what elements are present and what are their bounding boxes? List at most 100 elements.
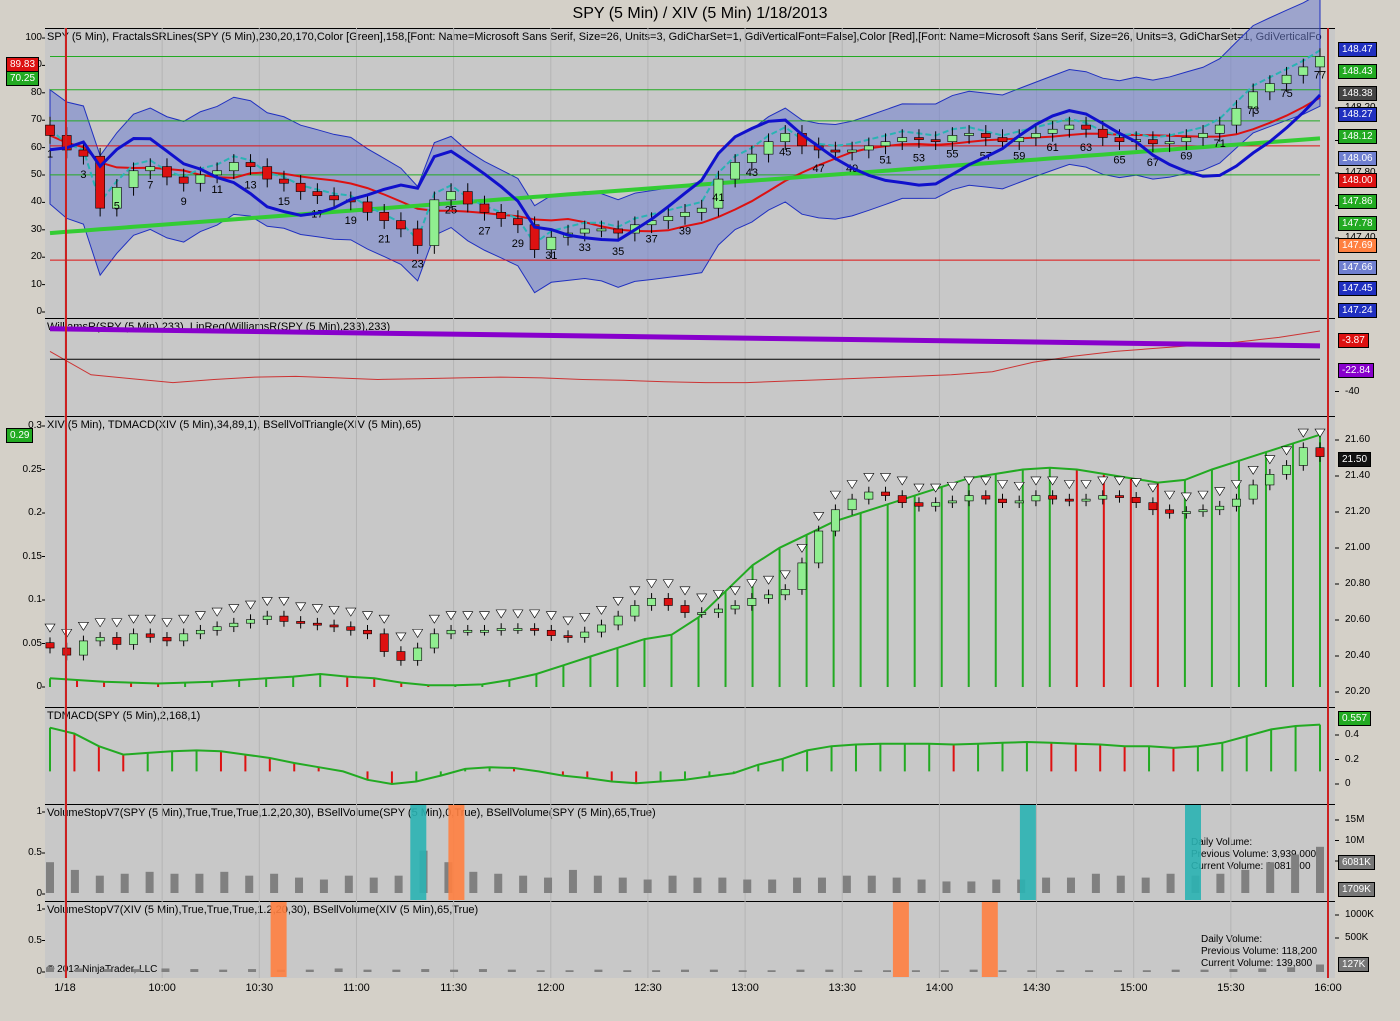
vol_spy-right-tick: 10M (1345, 834, 1365, 846)
xiv-candle (312, 622, 322, 626)
xiv-triangle-marker (345, 607, 357, 617)
price-candle (162, 166, 172, 178)
xiv-triangle-marker (1097, 476, 1109, 486)
price-candle (863, 145, 874, 151)
xiv-triangle-marker (228, 604, 240, 614)
xiv-volume-bar (998, 970, 1007, 972)
price-candle (412, 228, 423, 246)
spy-volume-bar (469, 871, 478, 893)
price-candle (379, 212, 390, 221)
xiv-candle (1098, 495, 1108, 500)
xiv-candle (212, 626, 222, 631)
time-axis-label: 1/18 (54, 982, 76, 994)
xiv-triangle-marker (863, 473, 875, 482)
price-candle (462, 191, 473, 205)
time-axis-label: 14:00 (925, 982, 954, 994)
bar-count-label: 39 (679, 225, 691, 237)
xiv-value-tag: 0.29 (6, 428, 34, 444)
price-candle (362, 201, 373, 213)
xiv-triangle-marker (1297, 428, 1309, 438)
xiv-volume-bar (1171, 969, 1180, 972)
xiv-volume-bar (478, 969, 487, 972)
xiv-volume-bar (652, 970, 661, 972)
xiv-left-tick: 0.05 (22, 637, 42, 649)
price-candle (847, 149, 857, 153)
xiv-volume-bar (825, 969, 834, 972)
spy-volume-bar (220, 871, 229, 893)
xiv-candle (112, 637, 122, 645)
xiv-candle (663, 598, 673, 606)
xiv-candle (429, 633, 439, 649)
xiv-candle (630, 605, 640, 617)
spy-volume-bar (568, 869, 577, 893)
price-left-tick: 10 (30, 278, 42, 290)
xiv-candle (446, 629, 456, 635)
price-candle (763, 141, 774, 155)
xiv-candle (998, 498, 1007, 503)
xiv-candle (1165, 509, 1175, 514)
xiv-triangle-marker (478, 611, 491, 621)
price-value-tag: 89.83 (6, 57, 40, 72)
price-candle (1265, 83, 1275, 93)
spy-volume-bar (593, 875, 602, 893)
xiv-candle (1115, 495, 1124, 498)
xiv-triangle-marker (328, 606, 340, 615)
spy-volume-bar (618, 877, 627, 893)
price-left-tick: 50 (30, 169, 42, 180)
xiv-triangle-marker (846, 480, 858, 490)
xiv-candle (713, 608, 723, 613)
time-axis-label: 16:00 (1314, 982, 1342, 994)
vol_xiv-left-tick: 0.5 (28, 934, 42, 946)
price-value-tag: 147.78 (1338, 216, 1377, 231)
xiv-triangle-marker (913, 483, 925, 493)
bar-count-label: 71 (1214, 138, 1226, 150)
time-axis-label: 12:00 (537, 982, 565, 994)
xiv-candle (379, 633, 389, 652)
price-value-tag: 147.24 (1338, 303, 1377, 318)
xiv-triangle-marker (679, 586, 691, 596)
price-left-tick: 20 (30, 251, 42, 263)
bar-count-label: 19 (345, 215, 357, 227)
bar-count-label: 11 (211, 184, 222, 196)
xiv-triangle-marker (879, 473, 892, 482)
price-candle (195, 174, 206, 184)
xiv-triangle-marker (763, 575, 775, 585)
xiv-volume-bar (1258, 968, 1267, 972)
bar-count-label: 77 (1314, 70, 1326, 82)
price-value-tag: 148.12 (1338, 129, 1377, 144)
xiv-candle (1048, 495, 1058, 500)
xiv-volume-bar (363, 969, 372, 972)
spy-volume-bar (1291, 854, 1300, 893)
xiv-volume-bar (883, 970, 892, 972)
xiv-triangle-marker (579, 613, 591, 622)
xiv-triangle-marker (545, 611, 557, 621)
spy-volume-bar (917, 879, 926, 893)
bar-count-label: 59 (1013, 151, 1025, 163)
xiv-candle (1064, 498, 1074, 502)
price-candle (279, 178, 289, 184)
price-candle (329, 195, 339, 201)
xiv-volume-highlight (981, 902, 998, 977)
xiv-triangle-marker (562, 616, 574, 626)
xiv-volume-bar (1316, 964, 1324, 972)
xiv-triangle-marker (361, 611, 374, 621)
bar-count-label: 41 (712, 192, 724, 204)
vol_spy-value-tag: 1709K (1338, 882, 1375, 897)
xiv-triangle-marker (1030, 476, 1042, 486)
xiv-triangle-marker (996, 480, 1009, 490)
xiv-triangle-marker (194, 611, 206, 621)
bar-count-label: 5 (114, 200, 120, 212)
xiv-volume-bar (305, 969, 314, 972)
spy-volume-highlight (1185, 805, 1201, 900)
xiv-triangle-marker (144, 614, 156, 624)
xiv-candle (647, 598, 657, 606)
xiv-triangle-marker (980, 476, 992, 486)
xiv-candle (897, 495, 907, 503)
xiv-candle (730, 605, 740, 610)
xiv-volume-bar (392, 969, 401, 972)
xiv-right-tick: 21.40 (1345, 470, 1371, 481)
xiv-volume-bar (1287, 967, 1296, 972)
xiv-candle (279, 615, 289, 622)
xiv-triangle-marker (1130, 478, 1142, 488)
xiv-candle (78, 640, 88, 656)
